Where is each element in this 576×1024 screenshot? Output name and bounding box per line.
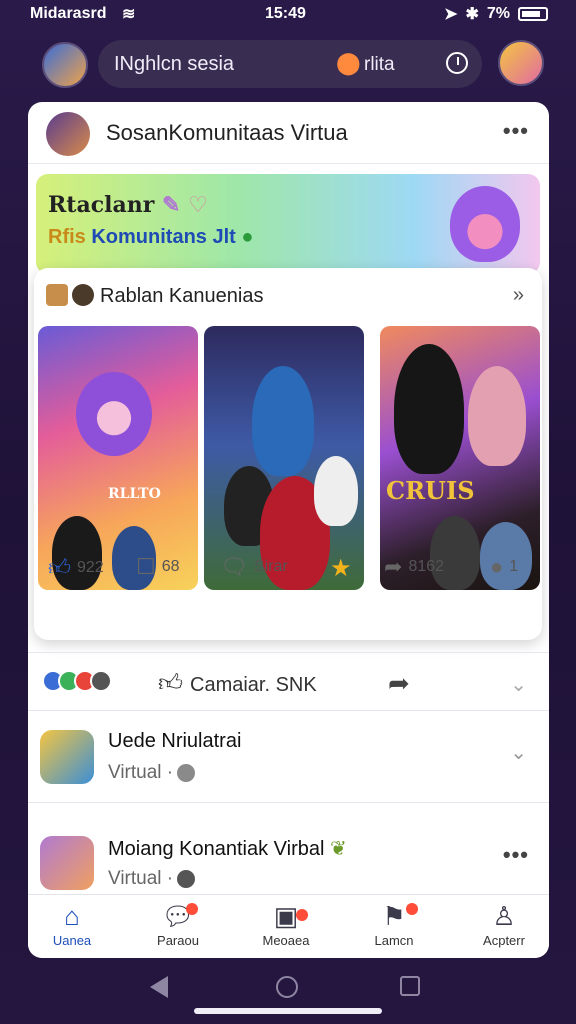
list-item-sub: Virtual ·	[108, 868, 196, 890]
more-options-icon[interactable]: •••	[503, 118, 529, 144]
nav-item-profile[interactable]: ♙ Acpterr	[464, 901, 544, 948]
star-icon: ★	[330, 555, 352, 582]
nav-item-home[interactable]: ⌂ Uanea	[32, 901, 112, 948]
person-figure	[394, 344, 464, 474]
shared-post: Rablan Kanuenias » RLLTO CRUIS 👍︎ 922 ☐ 68…	[34, 268, 542, 640]
person-figure	[252, 366, 314, 476]
location-label: rlita	[364, 54, 395, 75]
shared-post-title[interactable]: Rablan Kanuenias	[100, 285, 263, 308]
share-icon[interactable]: ➦	[388, 668, 410, 699]
banner-title: Rtaclanr ✎ ♡	[48, 192, 208, 218]
post-actions: 👍︎ 922 ☐ 68 🗨︎ Sirar ★ ➦ 8162 ● 1	[34, 546, 542, 586]
media-icon: ▣	[273, 901, 299, 931]
notification-badge	[186, 903, 198, 915]
nav-item-chat[interactable]: 💬︎ Paraou	[138, 901, 218, 948]
bottom-nav: ⌂ Uanea 💬︎ Paraou ▣ Meoaea ⚑ Lamcn ♙ Acp…	[28, 894, 549, 958]
group-avatar[interactable]	[46, 112, 90, 156]
bluetooth-icon: ✱	[465, 6, 479, 23]
post-header: SosanKomunitaas Virtua •••	[28, 102, 549, 164]
comment-button[interactable]: ☐ 68	[136, 554, 180, 580]
battery-percent: 7%	[486, 5, 510, 22]
search-input[interactable]: INghlcn sesia ⬤ rlita	[98, 40, 482, 88]
chevron-down-icon[interactable]: ⌄	[510, 740, 527, 765]
message-icon: 🗨︎	[220, 554, 248, 579]
banner-subtitle: Rfis Komunitans Jlt ●	[48, 226, 253, 249]
chevron-down-icon[interactable]: ⌄	[510, 672, 527, 697]
favorite-button[interactable]: ★	[330, 554, 352, 583]
forward-button[interactable]: ➦ 8162	[384, 554, 444, 580]
profile-icon: ♙	[492, 901, 516, 931]
more-options-icon[interactable]: •••	[503, 842, 529, 868]
tile-caption: RLLTO	[108, 486, 161, 502]
battery-icon	[518, 7, 548, 21]
group-icon	[46, 284, 68, 306]
back-icon[interactable]	[150, 976, 168, 998]
thumbs-up-icon: 👍︎	[48, 555, 71, 580]
community-banner[interactable]: Rtaclanr ✎ ♡ Rfis Komunitans Jlt ●	[36, 174, 540, 274]
status-icons: ➤ ✱ 7%	[444, 4, 548, 24]
mascot-illustration	[450, 186, 520, 262]
like-button[interactable]: 👍︎ 922	[48, 554, 104, 581]
author-avatar[interactable]	[72, 284, 94, 306]
like-icon[interactable]: 👍︎	[158, 670, 183, 698]
location-pin-icon[interactable]: ⬤	[336, 50, 361, 76]
nav-item-launch[interactable]: ⚑ Lamcn	[354, 901, 434, 948]
divider	[28, 802, 549, 803]
person-figure	[468, 366, 526, 466]
user-reaction-icon	[90, 670, 112, 692]
home-circle-icon[interactable]	[276, 976, 298, 998]
tile-caption: CRUIS	[386, 476, 475, 505]
nav-item-media[interactable]: ▣ Meoaea	[246, 901, 326, 948]
list-avatar	[40, 730, 94, 784]
carrier-label: Midarasrd	[30, 5, 107, 22]
forward-icon: ➦	[384, 554, 403, 579]
reply-button[interactable]: ● 1	[490, 554, 518, 580]
reaction-row: 👍︎ Camaiar. SNK ➦ ⌄	[28, 666, 549, 706]
reaction-label[interactable]: Camaiar. SNK	[190, 674, 317, 697]
comment-icon: ☐	[136, 554, 156, 579]
divider	[28, 710, 549, 711]
status-icon	[177, 763, 196, 782]
status-icon	[177, 869, 196, 888]
banner-prefix: Rfis	[48, 226, 86, 248]
profile-avatar[interactable]	[498, 40, 544, 86]
divider	[28, 652, 549, 653]
gesture-bar[interactable]	[194, 1008, 382, 1014]
location-icon: ➤	[444, 6, 458, 23]
top-bar: INghlcn sesia ⬤ rlita	[42, 40, 546, 90]
list-item[interactable]: Uede Nriulatrai Virtual · ⌄	[28, 720, 549, 800]
mascot-illustration	[76, 372, 152, 456]
chat-icon: 💬︎	[161, 901, 195, 931]
check-icon: ●	[241, 226, 254, 248]
system-nav-bar	[0, 970, 576, 1024]
list-avatar	[40, 836, 94, 890]
chevron-right-icon[interactable]: »	[513, 284, 524, 307]
status-bar: Midarasrd ≋ 15:49 ➤ ✱ 7%	[0, 0, 576, 30]
pen-icon: ✎	[161, 192, 181, 218]
list-item-name: Uede Nriulatrai	[108, 730, 242, 752]
share-button[interactable]: 🗨︎ Sirar	[220, 554, 288, 580]
recent-apps-icon[interactable]	[400, 976, 420, 996]
search-placeholder: INghlcn sesia	[114, 53, 235, 75]
list-item-sub: Virtual ·	[108, 762, 196, 784]
person-figure	[314, 456, 358, 526]
notification-badge	[296, 909, 308, 921]
clock: 15:49	[265, 5, 306, 22]
leaf-icon: ❦	[330, 838, 347, 860]
avatar[interactable]	[42, 42, 88, 88]
reaction-icons[interactable]	[42, 670, 112, 692]
list-item-name: Moiang Konantiak Virbal ❦	[108, 838, 347, 860]
banner-main: Komunitans Jlt	[91, 226, 236, 248]
search-icon[interactable]	[446, 52, 468, 74]
home-icon: ⌂	[64, 901, 80, 931]
reply-icon: ●	[490, 554, 504, 579]
post-title[interactable]: SosanKomunitaas Virtua	[106, 120, 348, 146]
wifi-icon: ≋	[122, 6, 136, 23]
heart-icon: ♡	[188, 192, 208, 218]
feed-card: SosanKomunitaas Virtua ••• Rtaclanr ✎ ♡ …	[28, 102, 549, 958]
launch-icon: ⚑	[382, 901, 406, 931]
notification-badge	[406, 903, 418, 915]
shared-post-header: Rablan Kanuenias »	[46, 282, 530, 312]
